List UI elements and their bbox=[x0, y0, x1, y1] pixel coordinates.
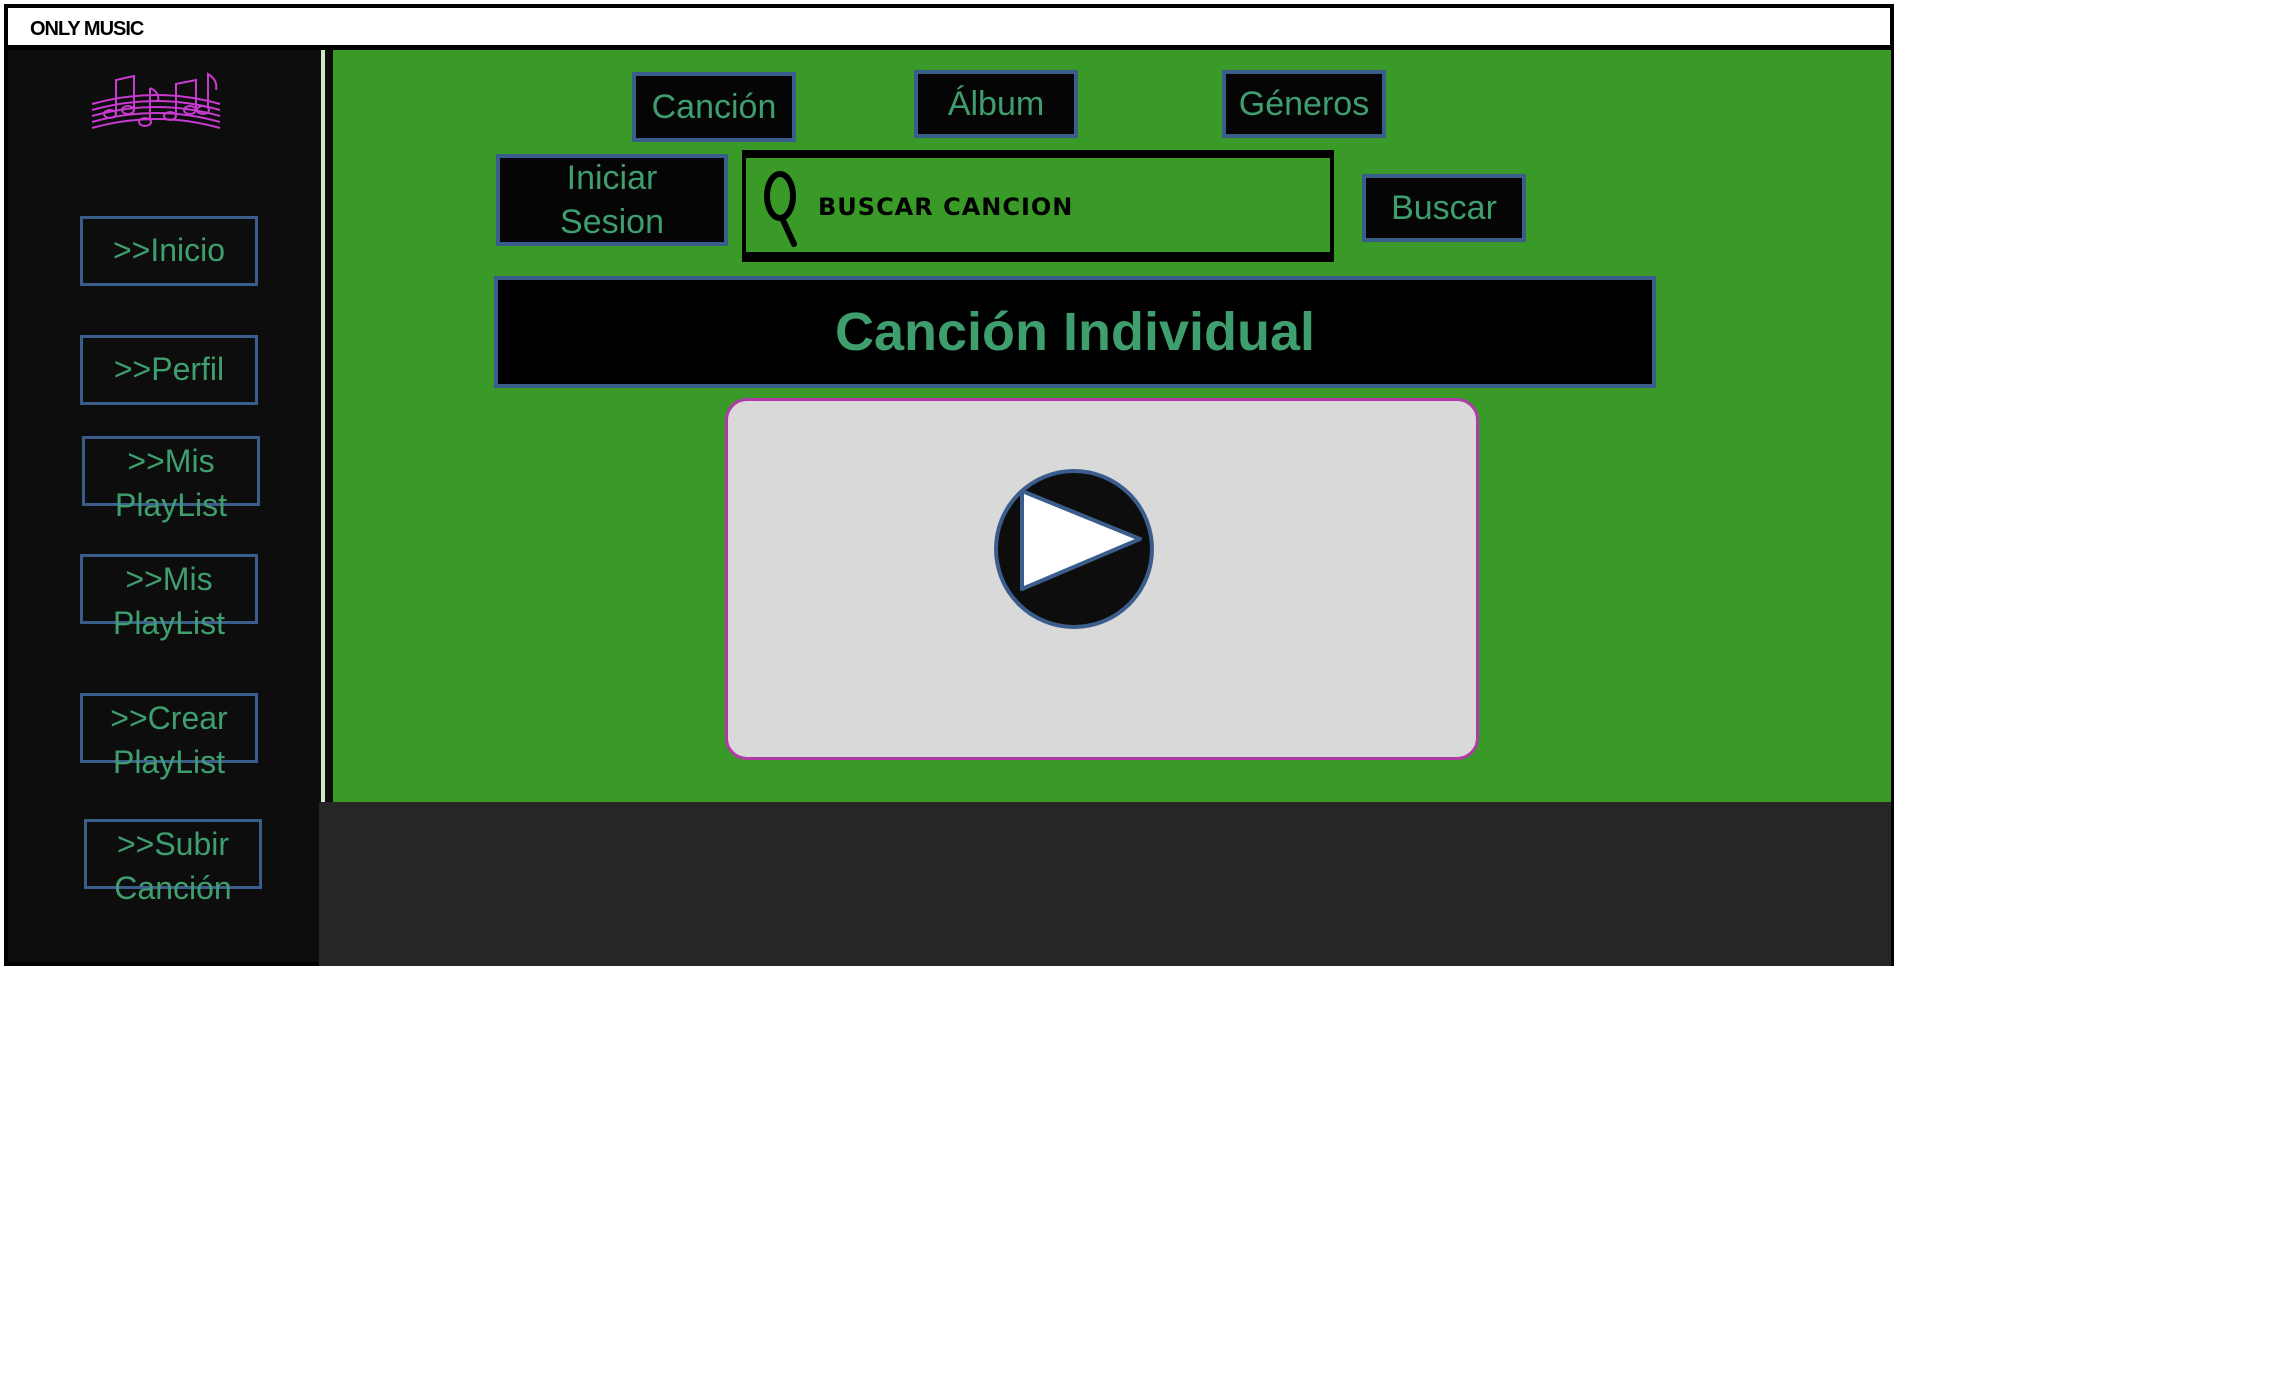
search-bar bbox=[742, 150, 1334, 262]
play-icon[interactable] bbox=[992, 467, 1156, 631]
sidebar-item-inicio[interactable]: >>Inicio bbox=[80, 216, 258, 286]
bottom-bar bbox=[319, 802, 1891, 966]
media-player bbox=[725, 398, 1479, 760]
sidebar-item-mis-playlist[interactable]: >>Mis PlayList bbox=[82, 436, 260, 523]
tab-cancion[interactable]: Canción bbox=[632, 72, 796, 142]
sidebar: >>Inicio >>Perfil >>Mis PlayList >>Mis P… bbox=[8, 50, 319, 962]
login-button[interactable]: Iniciar Sesion bbox=[496, 154, 728, 246]
sidebar-item-subir-cancion[interactable]: >>Subir Canción bbox=[84, 819, 262, 906]
page-title: Canción Individual bbox=[494, 276, 1656, 388]
tab-generos[interactable]: Géneros bbox=[1222, 70, 1386, 138]
search-icon bbox=[764, 171, 797, 247]
title-bar: ONLY MUSIC bbox=[4, 4, 1894, 50]
divider bbox=[319, 50, 333, 802]
tab-album[interactable]: Álbum bbox=[914, 70, 1078, 138]
search-input[interactable] bbox=[816, 188, 1300, 226]
music-staff-notes-icon bbox=[91, 72, 221, 129]
sidebar-item-mis-playlist-2[interactable]: >>Mis PlayList bbox=[80, 554, 258, 641]
sidebar-item-perfil[interactable]: >>Perfil bbox=[80, 335, 258, 405]
sidebar-item-crear-playlist[interactable]: >>Crear PlayList bbox=[80, 693, 258, 780]
app-title: ONLY MUSIC bbox=[30, 18, 144, 40]
search-button[interactable]: Buscar bbox=[1362, 174, 1526, 242]
